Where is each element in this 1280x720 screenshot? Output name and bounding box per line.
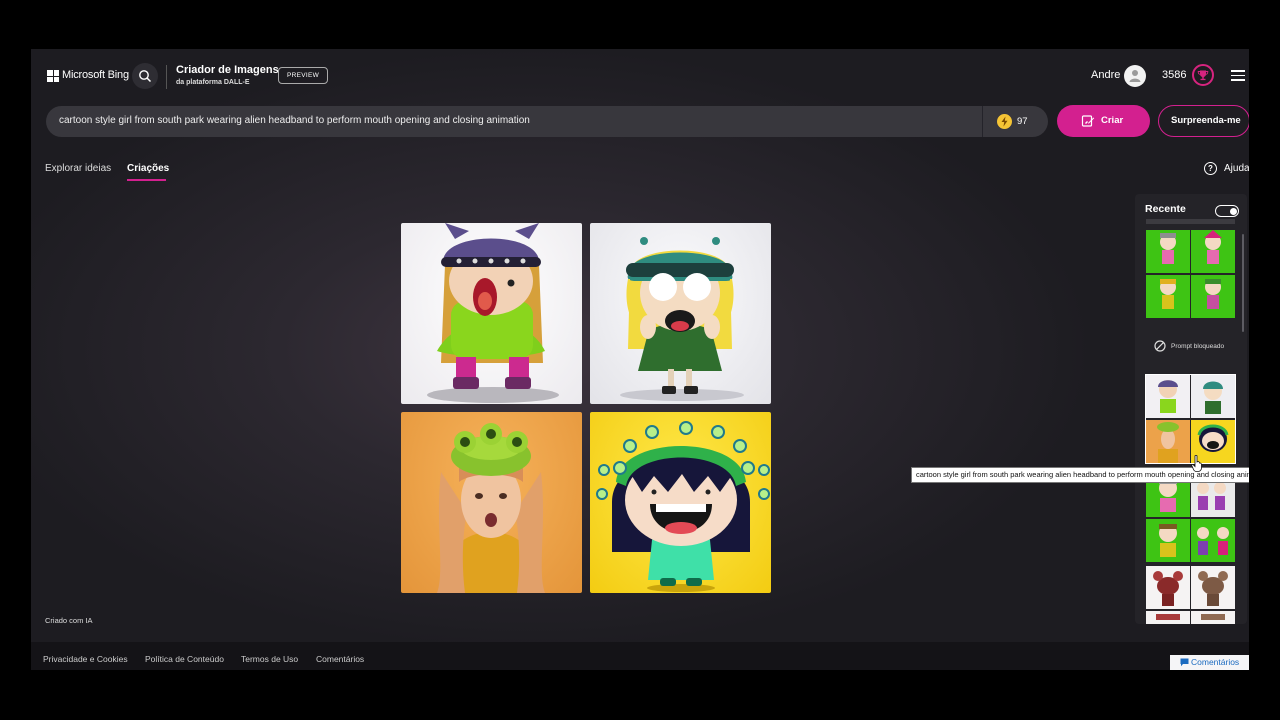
header: Microsoft Bing Criador de Imagens da pla… bbox=[31, 49, 1249, 105]
image-creator-window: Microsoft Bing Criador de Imagens da pla… bbox=[31, 49, 1249, 670]
create-button[interactable]: Criar bbox=[1057, 105, 1150, 137]
product-title[interactable]: Criador de Imagens bbox=[176, 64, 279, 76]
create-button-label: Criar bbox=[1101, 115, 1124, 126]
help-link[interactable]: Ajuda bbox=[1224, 163, 1249, 174]
product-subtitle: da plataforma DALL-E bbox=[176, 79, 250, 86]
generated-image-4[interactable] bbox=[590, 412, 771, 593]
generated-image-1[interactable] bbox=[401, 223, 582, 404]
recent-thumbnail[interactable] bbox=[1146, 566, 1235, 624]
footer-link-privacy[interactable]: Privacidade e Cookies bbox=[43, 654, 128, 664]
generated-image-3[interactable] bbox=[401, 412, 582, 593]
recent-scrollbar[interactable] bbox=[1242, 234, 1244, 332]
boost-count: 97 bbox=[1017, 116, 1028, 127]
hamburger-menu-icon[interactable] bbox=[1231, 70, 1245, 81]
user-icon bbox=[1129, 70, 1141, 82]
search-button[interactable] bbox=[132, 63, 158, 89]
active-tab-indicator bbox=[127, 179, 166, 181]
created-with-ai-label: Criado com IA bbox=[45, 616, 93, 625]
tab-creations[interactable]: Criações bbox=[127, 163, 169, 174]
footer-link-feedback[interactable]: Comentários bbox=[316, 654, 364, 664]
feedback-button[interactable]: Comentários bbox=[1170, 655, 1249, 670]
brand-link[interactable]: Microsoft Bing bbox=[62, 69, 129, 81]
prompt-divider bbox=[982, 106, 983, 137]
search-icon bbox=[139, 70, 152, 83]
prompt-text[interactable]: cartoon style girl from south park weari… bbox=[59, 115, 530, 126]
microsoft-logo-icon[interactable] bbox=[47, 70, 59, 82]
boost-icon[interactable] bbox=[997, 114, 1012, 129]
generated-image-2[interactable] bbox=[590, 223, 771, 404]
blocked-icon bbox=[1154, 340, 1166, 352]
user-name[interactable]: Andre bbox=[1091, 69, 1120, 81]
chat-icon bbox=[1180, 658, 1189, 667]
prompt-input[interactable]: cartoon style girl from south park weari… bbox=[46, 106, 1048, 137]
header-divider bbox=[166, 65, 167, 89]
surprise-me-label: Surpreenda-me bbox=[1171, 115, 1241, 126]
surprise-me-button[interactable]: Surpreenda-me bbox=[1158, 105, 1249, 137]
help-icon[interactable]: ? bbox=[1204, 162, 1217, 175]
recent-thumbnail-selected[interactable] bbox=[1145, 374, 1236, 464]
reward-points[interactable]: 3586 bbox=[1162, 69, 1186, 81]
footer: Privacidade e Cookies Política de Conteú… bbox=[31, 642, 1249, 670]
feedback-button-label: Comentários bbox=[1191, 657, 1240, 667]
recent-thumbnail[interactable] bbox=[1146, 474, 1235, 562]
trophy-icon bbox=[1197, 70, 1209, 81]
brush-icon bbox=[1081, 115, 1095, 127]
recent-thumbnail-partial[interactable] bbox=[1146, 219, 1235, 224]
tab-explore-ideas[interactable]: Explorar ideias bbox=[45, 163, 111, 174]
blocked-prompt-label: Prompt bloqueado bbox=[1171, 343, 1225, 350]
mouse-cursor-icon bbox=[1191, 455, 1202, 472]
footer-link-content-policy[interactable]: Política de Conteúdo bbox=[145, 654, 224, 664]
footer-link-terms[interactable]: Termos de Uso bbox=[241, 654, 298, 664]
recent-toggle[interactable] bbox=[1215, 205, 1239, 217]
avatar[interactable] bbox=[1124, 65, 1146, 87]
rewards-button[interactable] bbox=[1192, 64, 1214, 86]
recent-title: Recente bbox=[1145, 203, 1186, 215]
recent-panel: Recente Prompt bloqueado bbox=[1135, 194, 1247, 624]
recent-thumbnail[interactable] bbox=[1146, 230, 1235, 318]
preview-badge: PREVIEW bbox=[278, 67, 329, 84]
